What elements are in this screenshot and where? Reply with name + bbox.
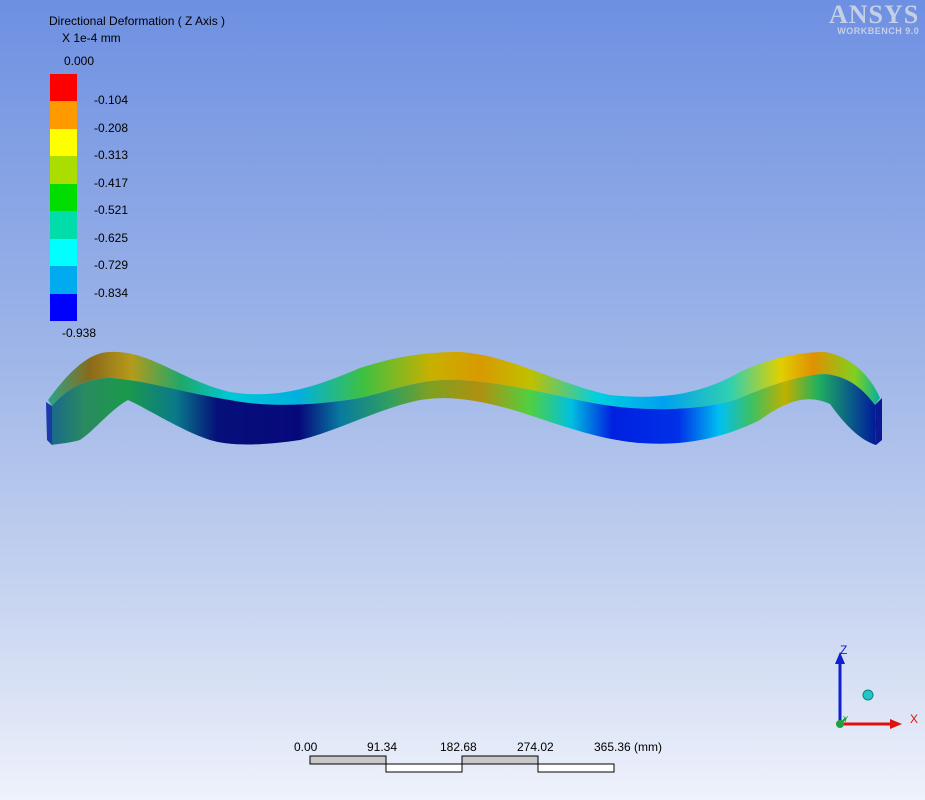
coordinate-triad[interactable]: Z X Y bbox=[826, 640, 921, 740]
isometric-view-ball-icon[interactable] bbox=[862, 689, 874, 701]
y-axis-label: Y bbox=[843, 715, 849, 724]
scale-bar-graphic bbox=[309, 755, 615, 773]
scale-label-2: 182.68 bbox=[440, 740, 477, 754]
x-axis-arrow-icon bbox=[890, 719, 902, 729]
x-axis-label: X bbox=[910, 712, 918, 726]
deformed-beam-model[interactable] bbox=[0, 0, 925, 800]
scale-label-3: 274.02 bbox=[517, 740, 554, 754]
scale-label-4: 365.36 (mm) bbox=[594, 740, 663, 754]
beam-right-end bbox=[875, 398, 882, 445]
scale-bar: 0.00 91.34 182.68 274.02 365.36 (mm) bbox=[290, 738, 670, 783]
beam-left-end bbox=[46, 402, 52, 445]
scale-label-0: 0.00 bbox=[294, 740, 318, 754]
graphics-viewport[interactable]: Directional Deformation ( Z Axis ) X 1e-… bbox=[0, 0, 925, 800]
scale-label-1: 91.34 bbox=[367, 740, 398, 754]
z-axis-label: Z bbox=[840, 643, 847, 657]
